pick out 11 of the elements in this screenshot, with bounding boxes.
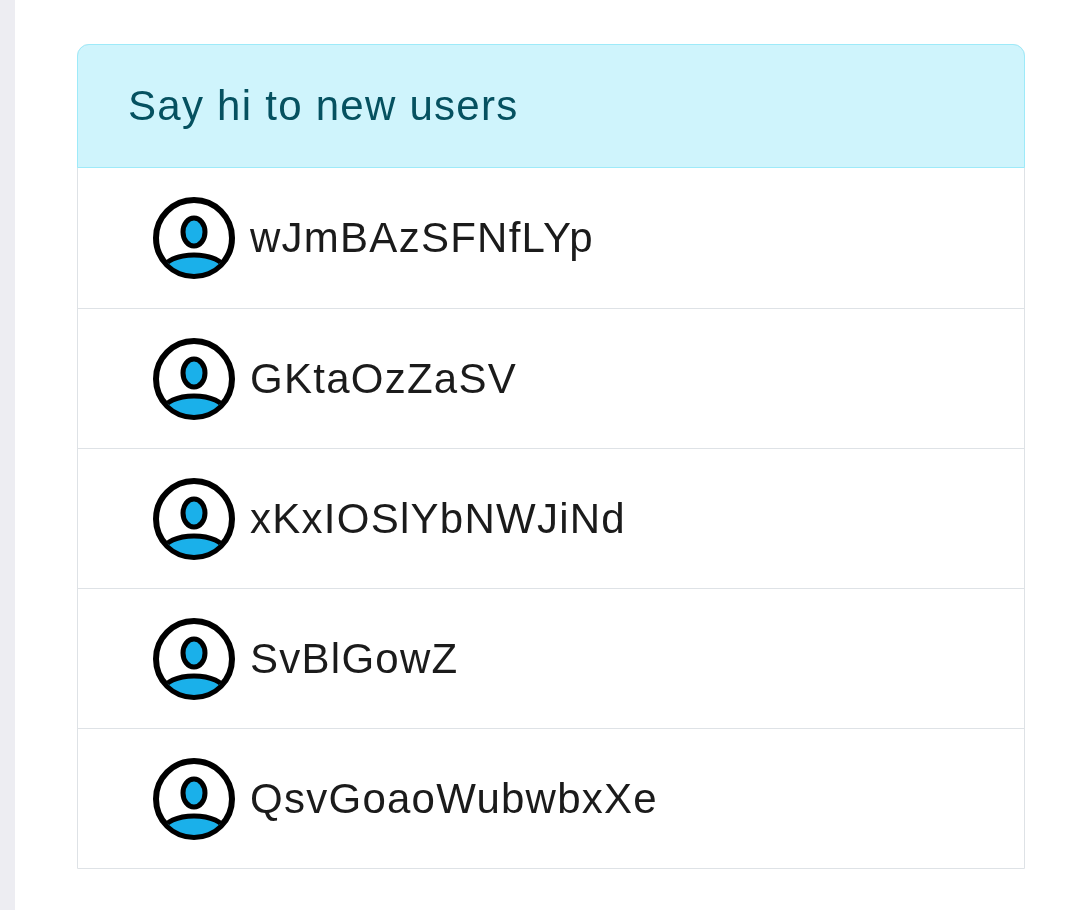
user-avatar-icon <box>152 196 236 280</box>
card-title: Say hi to new users <box>128 85 519 127</box>
username: SvBlGowZ <box>250 637 459 680</box>
user-avatar-icon <box>152 616 236 701</box>
username: wJmBAzSFNfLYp <box>250 217 594 259</box>
username: QsvGoaoWubwbxXe <box>250 777 658 820</box>
user-avatar-icon <box>152 476 236 561</box>
username: xKxIOSlYbNWJiNd <box>250 497 626 540</box>
user-avatar-icon <box>152 336 236 421</box>
username: GKtaOzZaSV <box>250 357 518 400</box>
user-avatar-icon <box>152 756 236 841</box>
